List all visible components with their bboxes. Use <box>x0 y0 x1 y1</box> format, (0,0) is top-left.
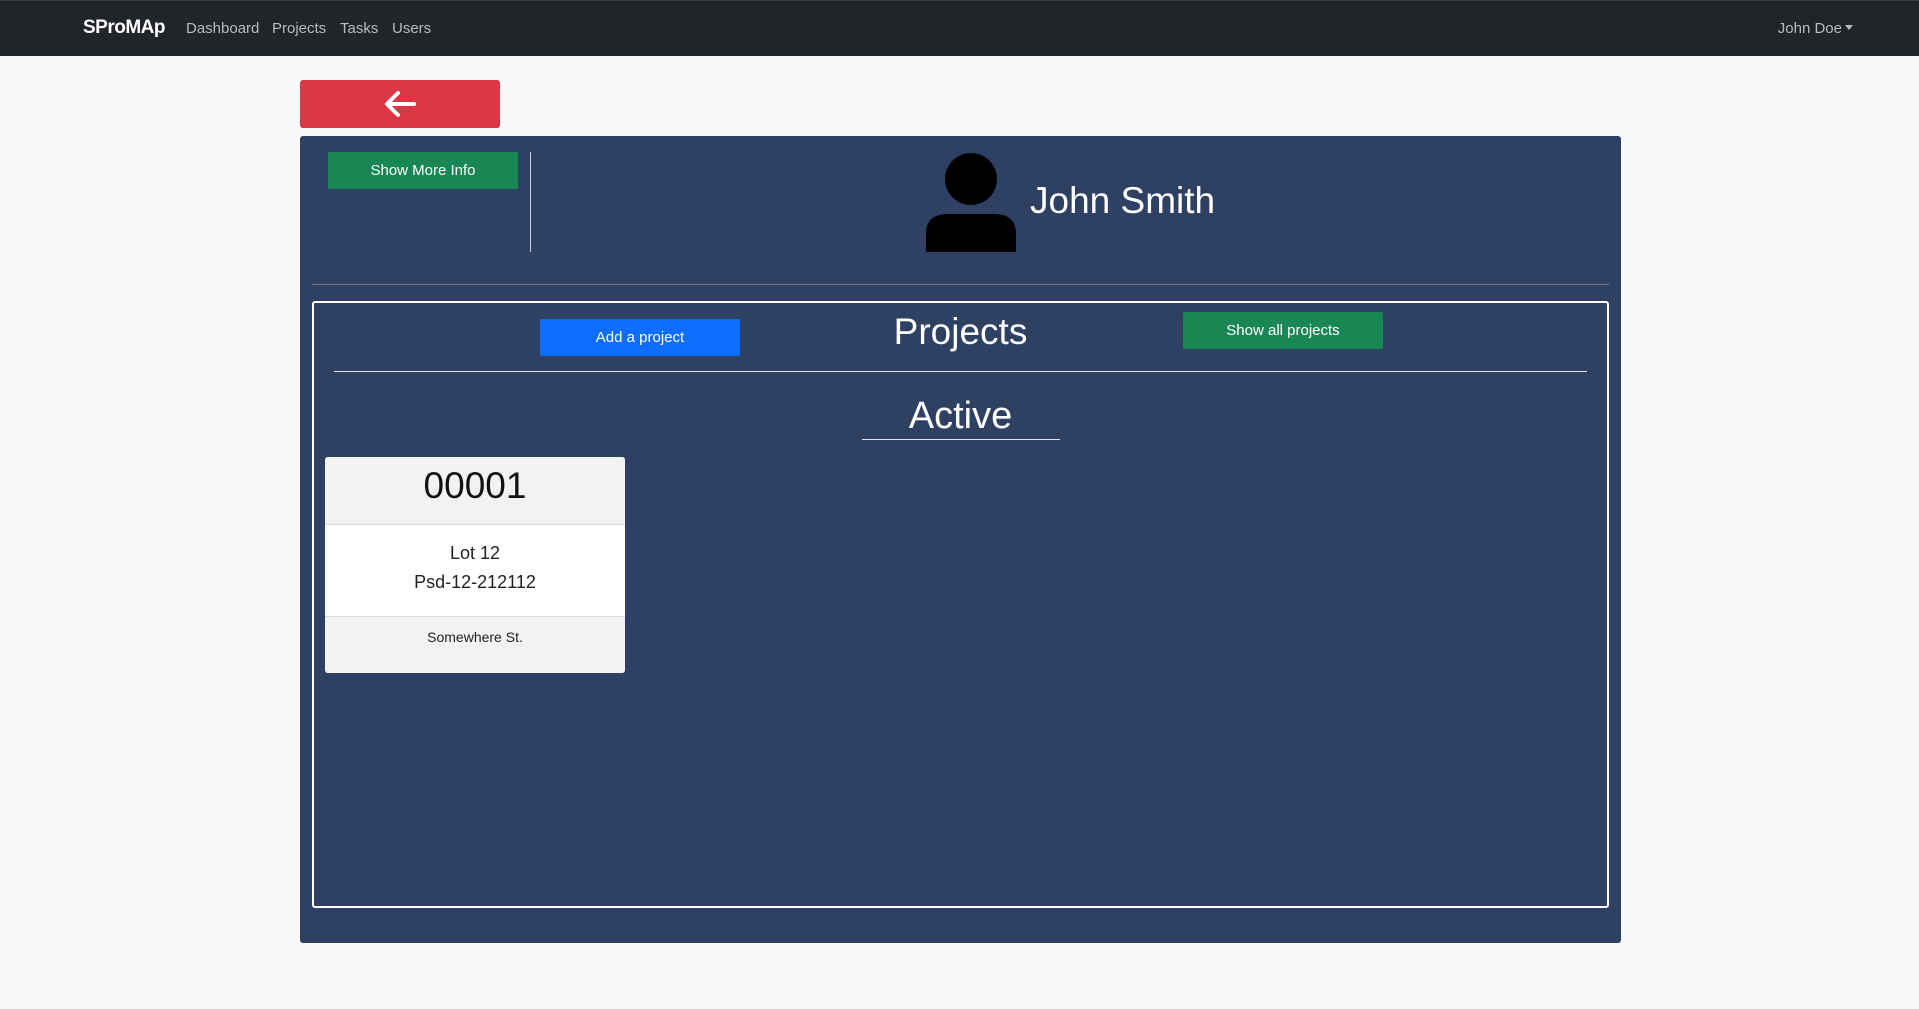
back-button[interactable] <box>300 80 500 128</box>
projects-section: Projects Add a project Show all projects… <box>312 301 1609 908</box>
vertical-divider <box>530 152 531 252</box>
user-profile-panel: Show More Info John Smith Projects Add a… <box>300 136 1621 943</box>
projects-divider <box>334 371 1587 372</box>
show-more-info-button[interactable]: Show More Info <box>328 152 518 189</box>
project-card-body: Lot 12 Psd-12-212112 <box>325 525 625 617</box>
person-icon <box>926 153 1016 252</box>
project-code: Psd-12-212112 <box>414 572 536 592</box>
nav-link-dashboard[interactable]: Dashboard <box>186 20 259 37</box>
arrow-left-icon <box>385 91 416 117</box>
nav-link-users[interactable]: Users <box>392 20 431 37</box>
profile-name: John Smith <box>1030 180 1216 221</box>
project-lot: Lot 12 <box>449 543 501 563</box>
active-underline <box>862 439 1060 440</box>
user-menu-dropdown[interactable]: John Doe <box>1778 20 1853 37</box>
add-project-button[interactable]: Add a project <box>540 319 740 356</box>
top-navbar: SProMAp Dashboard Projects Tasks Users J… <box>0 0 1919 56</box>
project-card[interactable]: 00001 Lot 12 Psd-12-212112 Somewhere St. <box>325 457 625 673</box>
nav-link-tasks[interactable]: Tasks <box>340 20 378 37</box>
show-all-projects-button[interactable]: Show all projects <box>1183 312 1383 349</box>
brand-logo[interactable]: SProMAp <box>83 17 166 39</box>
chevron-down-icon <box>1845 25 1853 30</box>
nav-link-projects[interactable]: Projects <box>272 20 326 37</box>
active-heading: Active <box>908 395 1013 437</box>
user-menu-label: John Doe <box>1777 20 1842 37</box>
horizontal-divider <box>312 284 1609 285</box>
projects-heading: Projects <box>893 311 1028 352</box>
project-number: 00001 <box>325 457 625 525</box>
project-address: Somewhere St. <box>325 617 625 673</box>
